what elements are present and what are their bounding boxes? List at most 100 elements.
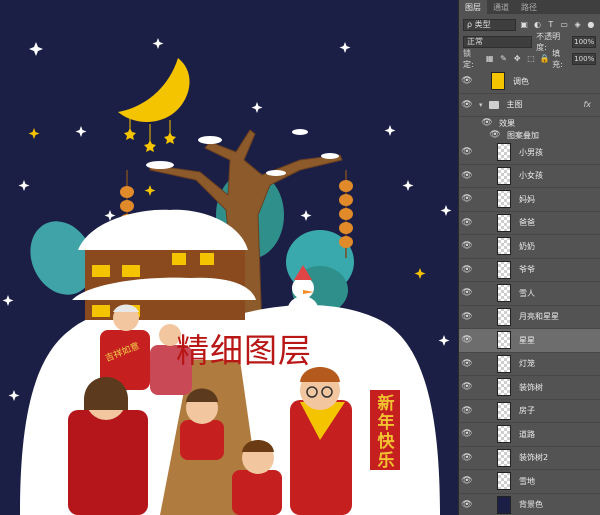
filter-shape-icon[interactable]: ▭ <box>559 19 569 30</box>
visibility-eye-icon[interactable]: 👁 <box>459 476 475 486</box>
layer-row[interactable]: 👁 调色 <box>459 70 600 94</box>
layer-thumbnail <box>497 284 511 303</box>
tab-layers[interactable]: 图层 <box>459 0 487 14</box>
layer-group-row[interactable]: 👁 ▾ 主图 fx <box>459 94 600 117</box>
fx-badge[interactable]: fx <box>583 100 591 109</box>
layer-name: 调色 <box>513 76 529 86</box>
lock-transparent-icon[interactable]: ▦ <box>484 53 495 64</box>
visibility-eye-icon[interactable]: 👁 <box>459 218 475 228</box>
visibility-eye-icon[interactable]: 👁 <box>459 335 475 345</box>
visibility-eye-icon[interactable]: 👁 <box>459 382 475 392</box>
fill-field[interactable]: 100% <box>572 52 596 65</box>
visibility-eye-icon[interactable]: 👁 <box>459 147 475 157</box>
layer-thumbnail <box>497 190 511 209</box>
lock-paint-icon[interactable]: ✎ <box>498 53 509 64</box>
layer-name: 小女孩 <box>519 171 543 181</box>
layer-row[interactable]: 👁 雪地 <box>459 470 600 494</box>
visibility-eye-icon[interactable]: 👁 <box>459 359 475 369</box>
layer-thumbnail <box>497 237 511 256</box>
layer-name: 道路 <box>519 429 535 439</box>
layer-row[interactable]: 👁 装饰树2 <box>459 447 600 470</box>
expand-caret-icon[interactable]: ▾ <box>479 101 483 109</box>
visibility-eye-icon[interactable]: 👁 <box>459 453 475 463</box>
layer-row[interactable]: 👁 爸爸 <box>459 212 600 235</box>
layer-name: 雪地 <box>519 476 535 486</box>
panel-tabs: 图层 通道 路径 <box>459 0 600 14</box>
folder-icon <box>488 100 499 109</box>
layer-name: 装饰树 <box>519 382 543 392</box>
visibility-eye-icon[interactable]: 👁 <box>459 429 475 439</box>
fill-label: 填充: <box>552 48 563 69</box>
layer-filter-select[interactable]: ρ 类型 <box>463 18 517 31</box>
layer-row[interactable]: 👁 妈妈 <box>459 188 600 212</box>
layer-row[interactable]: 👁 雪人 <box>459 282 600 306</box>
greeting-banner-text: 新年快乐 <box>377 394 395 471</box>
moon <box>118 58 190 152</box>
layer-list: 👁 调色 👁 ▾ 主图 fx 👁 效果 👁 图案叠加 👁 小男孩 👁 小女孩 👁… <box>459 70 600 515</box>
layer-name: 主图 <box>506 100 523 110</box>
filter-pixel-icon[interactable]: ▣ <box>519 19 529 30</box>
visibility-eye-icon[interactable]: 👁 <box>487 130 503 140</box>
layer-thumbnail <box>497 425 511 444</box>
filter-smart-icon[interactable]: ◈ <box>572 19 582 30</box>
layer-thumbnail <box>497 331 511 350</box>
visibility-eye-icon[interactable]: 👁 <box>459 171 475 181</box>
layer-thumbnail <box>497 166 511 185</box>
lock-move-icon[interactable]: ✥ <box>512 53 523 64</box>
visibility-eye-icon[interactable]: 👁 <box>459 76 475 86</box>
layer-name: 装饰树2 <box>519 453 549 463</box>
layer-row[interactable]: 👁 灯笼 <box>459 353 600 376</box>
layer-row[interactable]: 👁 小男孩 <box>459 141 600 165</box>
layer-thumbnail <box>497 448 511 467</box>
layer-row[interactable]: 👁 装饰树 <box>459 376 600 400</box>
layer-row[interactable]: 👁 月亮和星星 <box>459 306 600 329</box>
blend-mode-select[interactable]: 正常 <box>463 35 533 48</box>
layer-name: 爸爸 <box>519 218 535 228</box>
filter-type-icon[interactable]: T <box>546 19 556 30</box>
effect-item-row[interactable]: 👁 图案叠加 <box>459 129 600 141</box>
filter-adjustment-icon[interactable]: ◐ <box>532 19 542 30</box>
layer-name: 房子 <box>519 406 535 416</box>
lock-artboard-icon[interactable]: ⬚ <box>526 53 537 64</box>
layer-name: 妈妈 <box>519 194 535 204</box>
visibility-eye-icon[interactable]: 👁 <box>459 100 475 110</box>
layer-thumbnail <box>497 143 511 162</box>
effects-label: 效果 <box>499 118 515 128</box>
overlay-title: 精细图层 <box>176 331 312 370</box>
layer-row[interactable]: 👁 道路 <box>459 423 600 447</box>
layer-thumbnail <box>491 72 505 91</box>
layer-thumbnail <box>497 472 511 491</box>
visibility-eye-icon[interactable]: 👁 <box>459 288 475 298</box>
visibility-eye-icon[interactable]: 👁 <box>459 265 475 275</box>
layer-row[interactable]: 👁 奶奶 <box>459 235 600 259</box>
lock-label: 锁定: <box>463 48 474 69</box>
layer-name: 爷爷 <box>519 265 535 275</box>
layer-thumbnail <box>497 378 511 397</box>
visibility-eye-icon[interactable]: 👁 <box>459 500 475 510</box>
visibility-eye-icon[interactable]: 👁 <box>459 241 475 251</box>
filter-toggle-icon[interactable]: ● <box>586 19 596 30</box>
layer-thumbnail <box>497 495 511 514</box>
layer-row[interactable]: 👁 房子 <box>459 400 600 423</box>
layer-row[interactable]: 👁 爷爷 <box>459 259 600 282</box>
visibility-eye-icon[interactable]: 👁 <box>459 312 475 322</box>
layer-row[interactable]: 👁 背景色 <box>459 494 600 515</box>
layer-name: 月亮和星星 <box>519 312 559 322</box>
layer-row[interactable]: 👁 小女孩 <box>459 165 600 188</box>
layer-thumbnail <box>497 213 511 232</box>
effects-row[interactable]: 👁 效果 <box>459 117 600 129</box>
visibility-eye-icon[interactable]: 👁 <box>459 406 475 416</box>
visibility-eye-icon[interactable]: 👁 <box>459 194 475 204</box>
layer-name: 星星 <box>519 335 535 345</box>
layer-name: 小男孩 <box>519 147 543 157</box>
layers-panel: 图层 通道 路径 ρ 类型 ▣ ◐ T ▭ ◈ ● 正常 不透明度: 100% … <box>458 0 600 515</box>
visibility-eye-icon[interactable]: 👁 <box>479 118 495 128</box>
document-canvas[interactable]: 吉祥如意 新年快乐 精细图层 <box>0 0 458 515</box>
layer-row-selected[interactable]: 👁 星星 <box>459 329 600 353</box>
layer-thumbnail <box>497 401 511 420</box>
tab-paths[interactable]: 路径 <box>515 0 543 14</box>
lock-all-icon[interactable]: 🔒 <box>539 53 550 64</box>
layer-thumbnail <box>497 307 511 326</box>
tab-channels[interactable]: 通道 <box>487 0 515 14</box>
opacity-field[interactable]: 100% <box>572 35 596 48</box>
